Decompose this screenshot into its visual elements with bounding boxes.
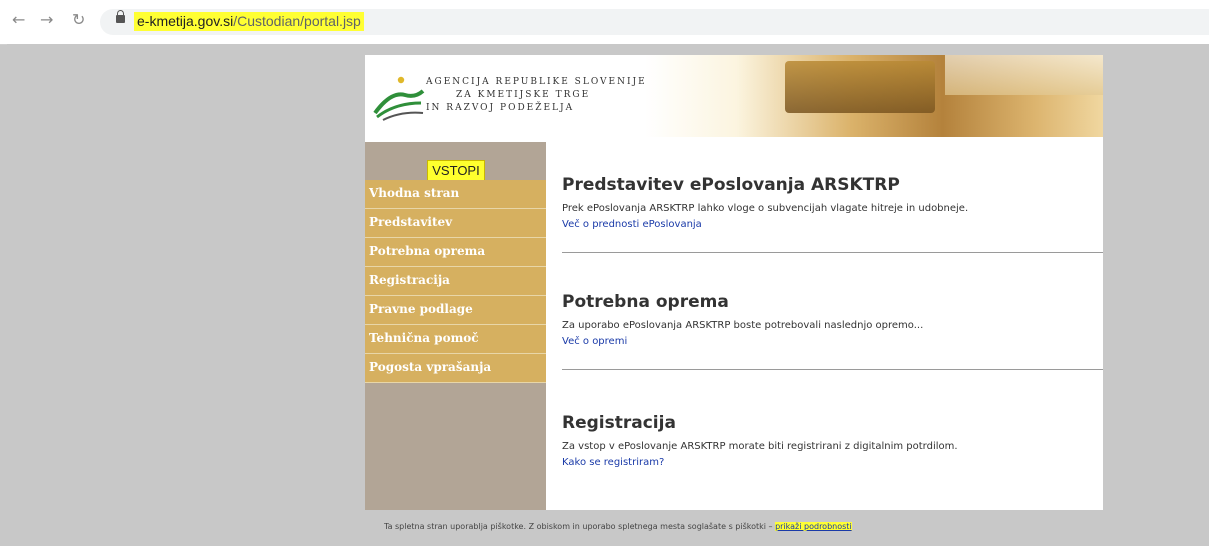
login-area: VSTOPI bbox=[365, 142, 546, 181]
section-text: Za uporabo ePoslovanja ARSKTRP boste pot… bbox=[562, 320, 924, 331]
sidebar: VSTOPI Vhodna stran Predstavitev Potrebn… bbox=[365, 142, 546, 510]
section-title: Potrebna oprema bbox=[562, 292, 729, 312]
cookie-text: Ta spletna stran uporablja piškotke. Z o… bbox=[384, 522, 776, 531]
cookie-notice: Ta spletna stran uporablja piškotke. Z o… bbox=[384, 522, 852, 531]
sidebar-item-potrebna-oprema[interactable]: Potrebna oprema bbox=[365, 238, 546, 267]
sidebar-item-registracija[interactable]: Registracija bbox=[365, 267, 546, 296]
sidebar-item-pogosta-vprasanja[interactable]: Pogosta vprašanja bbox=[365, 354, 546, 383]
lock-icon bbox=[116, 10, 125, 23]
combine-harvester-image bbox=[785, 61, 935, 113]
section-text: Prek ePoslovanja ARSKTRP lahko vloge o s… bbox=[562, 203, 969, 214]
forward-arrow-icon[interactable]: → bbox=[40, 10, 53, 29]
sidebar-item-tehnicna-pomoc[interactable]: Tehnična pomoč bbox=[365, 325, 546, 354]
cookie-details-link[interactable]: prikaži podrobnosti bbox=[775, 522, 852, 531]
section-potrebna-oprema: Potrebna oprema Za uporabo ePoslovanja A… bbox=[562, 292, 1103, 370]
browser-toolbar: ← → ↻ e-kmetija.gov.si/Custodian/portal.… bbox=[0, 0, 1209, 45]
sidebar-item-pravne-podlage[interactable]: Pravne podlage bbox=[365, 296, 546, 325]
url-host: e-kmetija.gov.si bbox=[137, 13, 234, 29]
portal-container: AGENCIJA REPUBLIKE SLOVENIJE ZA KMETIJSK… bbox=[365, 55, 1103, 510]
main-content: Predstavitev ePoslovanja ARSKTRP Prek eP… bbox=[547, 142, 1103, 510]
back-arrow-icon[interactable]: ← bbox=[12, 10, 25, 29]
section-title: Registracija bbox=[562, 413, 676, 433]
login-button[interactable]: VSTOPI bbox=[427, 160, 485, 181]
sidebar-item-vhodna-stran[interactable]: Vhodna stran bbox=[365, 180, 546, 209]
agency-logo-icon bbox=[373, 76, 425, 121]
agency-name-line1: AGENCIJA REPUBLIKE SLOVENIJE bbox=[426, 77, 647, 87]
harvest-photo bbox=[645, 55, 1103, 137]
reload-icon[interactable]: ↻ bbox=[72, 10, 85, 29]
url-text[interactable]: e-kmetija.gov.si/Custodian/portal.jsp bbox=[134, 12, 364, 31]
agency-name-line2: ZA KMETIJSKE TRGE bbox=[456, 90, 591, 100]
section-link[interactable]: Kako se registriram? bbox=[562, 457, 1103, 468]
sidebar-nav: Vhodna stran Predstavitev Potrebna oprem… bbox=[365, 180, 546, 383]
page-background: AGENCIJA REPUBLIKE SLOVENIJE ZA KMETIJSK… bbox=[7, 44, 1209, 546]
section-link[interactable]: Več o prednosti ePoslovanja bbox=[562, 219, 1103, 230]
agency-name-line3: IN RAZVOJ PODEŽELJA bbox=[426, 103, 575, 113]
section-registracija: Registracija Za vstop v ePoslovanje ARSK… bbox=[562, 413, 1103, 468]
sidebar-item-predstavitev[interactable]: Predstavitev bbox=[365, 209, 546, 238]
section-title: Predstavitev ePoslovanja ARSKTRP bbox=[562, 175, 900, 195]
url-path: /Custodian/portal.jsp bbox=[233, 13, 361, 29]
section-predstavitev: Predstavitev ePoslovanja ARSKTRP Prek eP… bbox=[562, 175, 1103, 253]
header-banner: AGENCIJA REPUBLIKE SLOVENIJE ZA KMETIJSK… bbox=[365, 55, 1103, 142]
divider bbox=[562, 369, 1103, 370]
section-link[interactable]: Več o opremi bbox=[562, 336, 1103, 347]
divider bbox=[562, 252, 1103, 253]
address-bar[interactable]: e-kmetija.gov.si/Custodian/portal.jsp bbox=[100, 9, 1209, 35]
section-text: Za vstop v ePoslovanje ARSKTRP morate bi… bbox=[562, 441, 958, 452]
